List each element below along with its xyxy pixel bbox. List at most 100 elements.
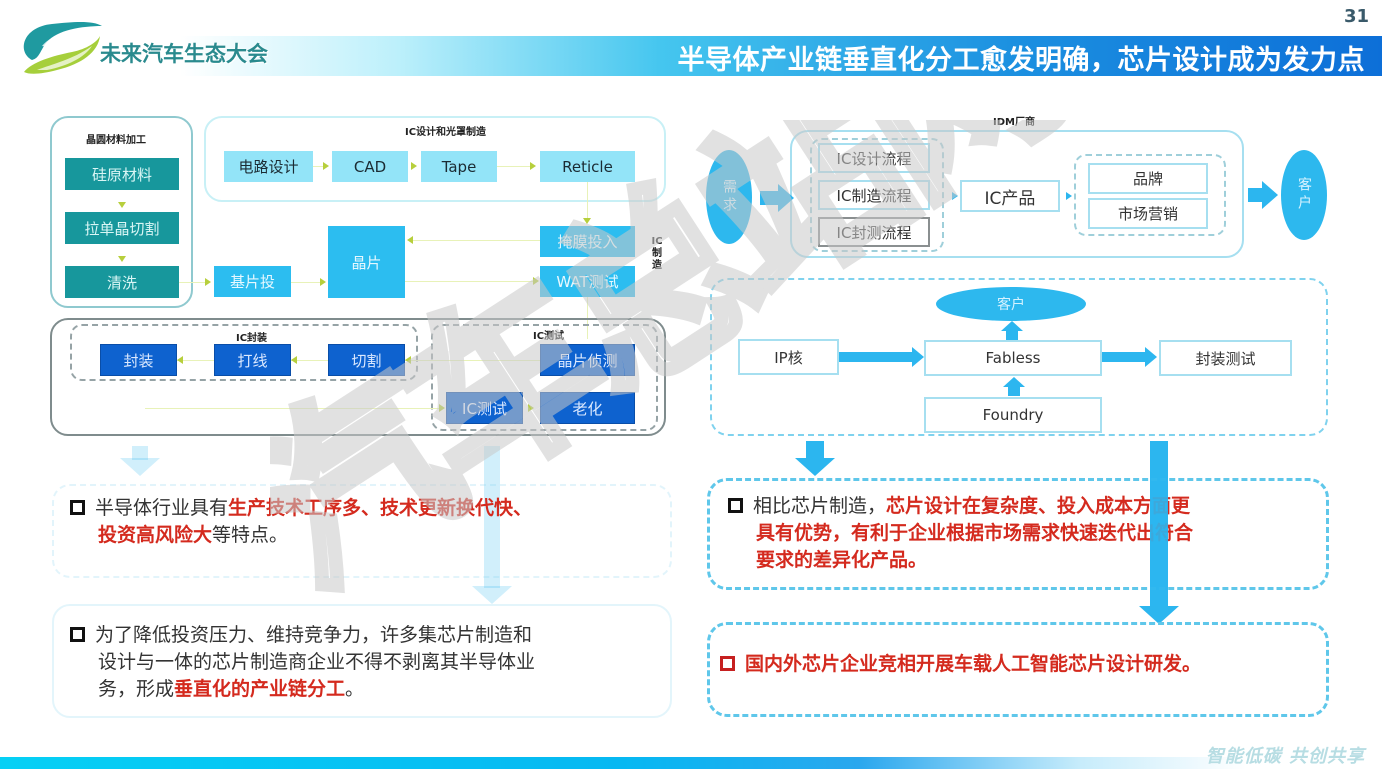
demand-ellipse: 需求 bbox=[706, 150, 752, 244]
bullet-highlight: 生产技术工序多、技术更新换代快、 bbox=[228, 497, 533, 519]
faint-arrow-head bbox=[120, 458, 160, 476]
conference-logo-icon bbox=[23, 22, 102, 74]
demand-arrow-head bbox=[778, 184, 794, 212]
ic-manufacturing-process: IC制造流程 bbox=[818, 180, 930, 210]
left-bullet-1: 半导体行业具有生产技术工序多、技术更新换代快、 投资高风险大等特点。 bbox=[70, 495, 670, 549]
arrow-down bbox=[583, 218, 591, 224]
right-bullet-2: 国内外芯片企业竞相开展车载人工智能芯片设计研发。 bbox=[720, 651, 1320, 678]
ic-design-label: IC设计和光罩制造 bbox=[405, 127, 487, 138]
faint-arrow-head bbox=[472, 586, 512, 604]
brand-name: 未来汽车生态大会 bbox=[100, 42, 268, 66]
arrow-right bbox=[952, 192, 958, 200]
footer-slogan: 智能低碳 共创共享 bbox=[1205, 746, 1365, 767]
ip-to-fabless-arrow-head bbox=[912, 347, 924, 367]
arrow-left bbox=[291, 356, 297, 364]
bullet-square-icon bbox=[728, 498, 743, 513]
arrow-right bbox=[411, 162, 417, 170]
step-wire-bonding: 打线 bbox=[214, 344, 291, 376]
packaging-test-box: 封装测试 bbox=[1159, 340, 1292, 376]
customer-arrow-head bbox=[1262, 181, 1278, 209]
bullet-text: 半导体行业具有 bbox=[95, 497, 229, 519]
bullet-highlight: 要求的差异化产品。 bbox=[756, 549, 928, 571]
arrow-right bbox=[1066, 192, 1072, 200]
ic-design-process: IC设计流程 bbox=[818, 143, 930, 173]
customer-label: 客户 bbox=[1296, 177, 1312, 213]
fabless-to-customer-arrow-head bbox=[1001, 321, 1023, 331]
wafer-processing-label: 晶圆材料加工 bbox=[86, 135, 146, 146]
arrow-right bbox=[439, 404, 445, 412]
brand-box: 品牌 bbox=[1088, 163, 1208, 194]
bullet-square-icon bbox=[720, 656, 735, 671]
customer-ellipse: 客户 bbox=[1281, 150, 1327, 240]
bullet-text: 为了降低投资压力、维持竞争力，许多集芯片制造和 bbox=[95, 624, 533, 646]
ic-product: IC产品 bbox=[960, 180, 1060, 212]
bullet-square-icon bbox=[70, 627, 85, 642]
arrow-left bbox=[405, 356, 411, 364]
idm-label: IDM厂商 bbox=[993, 117, 1035, 128]
arrow-right bbox=[205, 278, 211, 286]
demand-arrow bbox=[760, 191, 780, 205]
connector bbox=[145, 408, 441, 409]
connector bbox=[179, 282, 207, 283]
bullet-text: 务，形成 bbox=[98, 678, 175, 700]
step-silicon-raw-material: 硅原材料 bbox=[65, 158, 179, 190]
foundry-to-fabless-arrow-head bbox=[1003, 377, 1025, 387]
left-bullet-2: 为了降低投资压力、维持竞争力，许多集芯片制造和 设计与一体的芯片制造商企业不得不… bbox=[70, 622, 670, 703]
step-substrate-input: 基片投 bbox=[214, 266, 291, 297]
connector bbox=[497, 166, 531, 167]
fabless-box: Fabless bbox=[924, 340, 1102, 376]
arrow-to-bullet-1-head bbox=[795, 458, 835, 476]
arrow-left bbox=[407, 236, 413, 244]
step-mask-input: 掩膜投入 bbox=[540, 226, 635, 257]
fabless-customer-ellipse: 客户 bbox=[936, 287, 1086, 321]
bullet-highlight: 垂直化的产业链分工 bbox=[174, 678, 346, 700]
step-dicing: 切割 bbox=[328, 344, 405, 376]
marketing-box: 市场营销 bbox=[1088, 198, 1208, 229]
step-wat-test: WAT测试 bbox=[540, 266, 635, 297]
footer-bar bbox=[0, 757, 1385, 769]
ic-packaging-testing-process: IC封测流程 bbox=[818, 217, 930, 247]
step-packaging: 封装 bbox=[100, 344, 177, 376]
step-burn-in: 老化 bbox=[540, 392, 635, 424]
step-reticle: Reticle bbox=[540, 151, 635, 182]
bullet-highlight: 投资高风险大 bbox=[98, 524, 213, 546]
arrow-right bbox=[320, 278, 326, 286]
ic-packaging-label: IC封装 bbox=[236, 333, 268, 344]
slide-title: 半导体产业链垂直化分工愈发明确，芯片设计成为发力点 bbox=[677, 45, 1365, 76]
arrow-overlay bbox=[1150, 478, 1168, 606]
bullet-text: 。 bbox=[345, 678, 365, 700]
ip-core-box: IP核 bbox=[738, 339, 839, 375]
bullet-highlight: 国内外芯片企业竞相开展车载人工智能芯片设计研发。 bbox=[745, 653, 1202, 675]
arrow-down bbox=[118, 256, 126, 262]
bullet-text: 等特点。 bbox=[212, 524, 289, 546]
connector bbox=[405, 281, 535, 282]
foundry-box: Foundry bbox=[924, 397, 1102, 433]
fabless-to-packaging-arrow-head bbox=[1145, 347, 1157, 367]
ic-manufacturing-label: IC制造 bbox=[651, 236, 663, 271]
arrow-left bbox=[177, 356, 183, 364]
step-crystal-pulling-cutting: 拉单晶切割 bbox=[65, 212, 179, 244]
bullet-text: 相比芯片制造， bbox=[753, 495, 887, 517]
step-cleaning: 清洗 bbox=[65, 266, 179, 298]
bullet-square-icon bbox=[70, 500, 85, 515]
bullet-text: 设计与一体的芯片制造商企业不得不剥离其半导体业 bbox=[98, 651, 536, 673]
connector bbox=[291, 282, 320, 283]
bullet-highlight: 具有优势，有利于企业根据市场需求快速迭代出符合 bbox=[756, 522, 1194, 544]
arrow-right bbox=[530, 162, 536, 170]
arrow-right bbox=[528, 404, 534, 412]
fabless-to-packaging-arrow bbox=[1102, 352, 1146, 362]
step-wafer-probing: 晶片侦测 bbox=[540, 344, 635, 376]
foundry-to-fabless-arrow bbox=[1008, 386, 1020, 396]
step-wafer: 晶片 bbox=[328, 226, 405, 298]
page-number: 31 bbox=[1343, 6, 1369, 27]
demand-label: 需求 bbox=[721, 179, 737, 215]
right-bullet-1: 相比芯片制造，芯片设计在复杂度、投入成本方面更 具有优势，有利于企业根据市场需求… bbox=[728, 493, 1328, 574]
arrow-down bbox=[118, 202, 126, 208]
step-circuit-design: 电路设计 bbox=[224, 151, 313, 182]
ic-testing-label: IC测试 bbox=[533, 331, 565, 342]
step-ic-test: IC测试 bbox=[446, 392, 523, 424]
connector bbox=[587, 182, 588, 222]
arrow-right bbox=[323, 162, 329, 170]
bullet-highlight: 芯片设计在复杂度、投入成本方面更 bbox=[886, 495, 1191, 517]
ip-to-fabless-arrow bbox=[839, 352, 914, 362]
